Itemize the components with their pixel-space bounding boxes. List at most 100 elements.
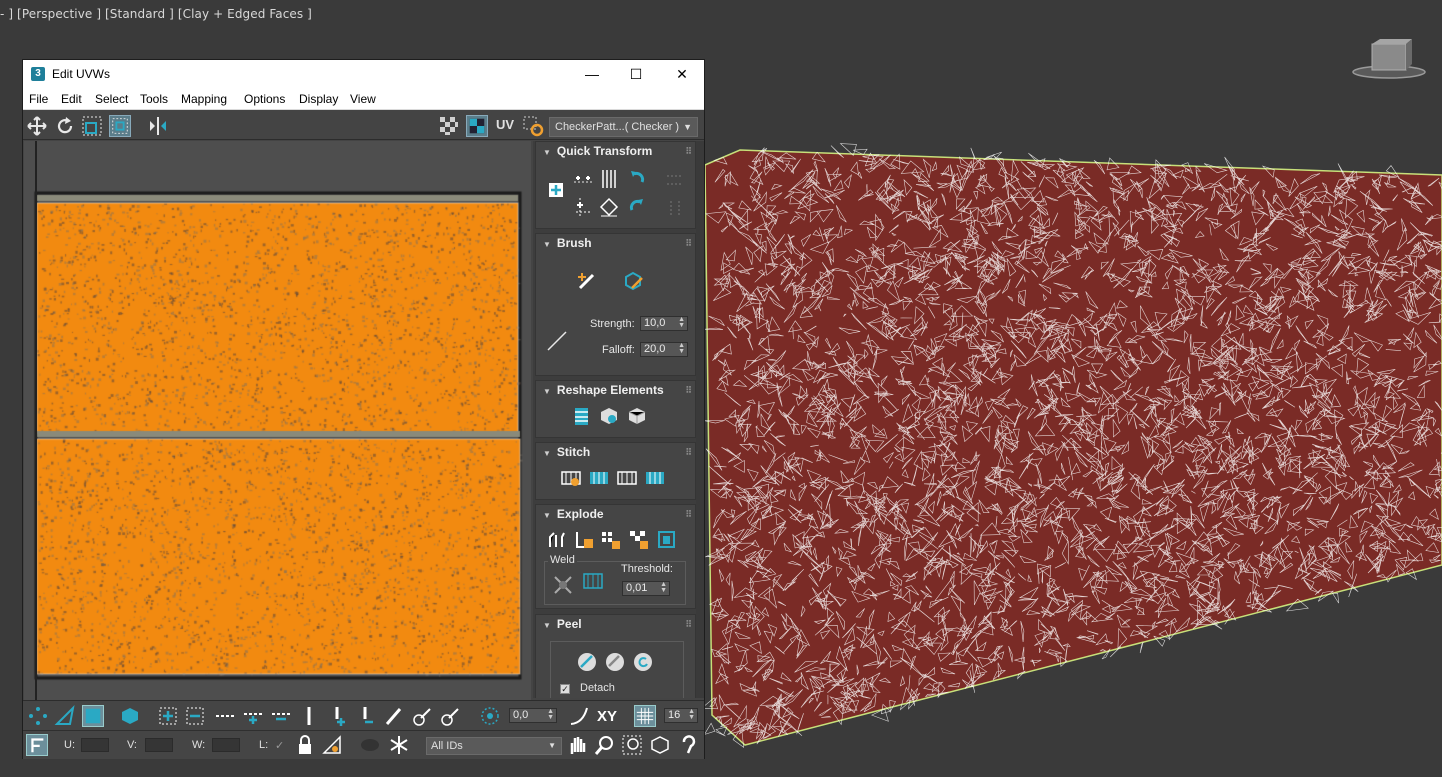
loop-grow-icon[interactable] bbox=[328, 705, 350, 727]
unhide-icon[interactable] bbox=[359, 734, 381, 756]
rotate-ccw-icon[interactable] bbox=[626, 168, 648, 190]
weld-target-icon[interactable] bbox=[582, 570, 604, 592]
paint-move-icon[interactable] bbox=[576, 270, 598, 292]
xy-toggle[interactable]: XY bbox=[597, 708, 617, 725]
rollout-header[interactable]: ▼ Stitch ⠿ bbox=[536, 443, 695, 461]
freeform-icon[interactable] bbox=[109, 115, 131, 137]
break-icon[interactable] bbox=[546, 529, 568, 551]
v-field[interactable] bbox=[145, 738, 173, 752]
pack-icon[interactable] bbox=[656, 529, 678, 551]
align-to-edge-icon[interactable] bbox=[572, 196, 594, 218]
loop-select-icon[interactable] bbox=[298, 705, 320, 727]
absolute-offset-icon[interactable] bbox=[26, 734, 48, 756]
u-field[interactable] bbox=[81, 738, 109, 752]
menu-edit[interactable]: Edit bbox=[61, 92, 82, 106]
rollout-header[interactable]: ▼ Peel ⠿ bbox=[536, 615, 695, 633]
align-horizontal-icon[interactable] bbox=[572, 168, 594, 190]
window-titlebar[interactable]: 3 Edit UVWs — ☐ ✕ bbox=[23, 60, 704, 89]
uv-editor-canvas[interactable] bbox=[24, 141, 531, 701]
menu-options[interactable]: Options bbox=[244, 92, 285, 106]
rollout-header[interactable]: ▼ Brush ⠿ bbox=[536, 234, 695, 252]
face-select-icon[interactable] bbox=[82, 705, 104, 727]
panel-scrollbar[interactable] bbox=[696, 141, 704, 698]
close-button[interactable]: ✕ bbox=[659, 60, 705, 89]
material-ids-dropdown[interactable]: All IDs ▼ bbox=[426, 737, 562, 755]
stitch-custom-icon[interactable] bbox=[560, 467, 582, 489]
menu-select[interactable]: Select bbox=[95, 92, 128, 106]
stitch-target-icon[interactable] bbox=[644, 467, 666, 489]
rectangle-icon[interactable] bbox=[626, 405, 648, 427]
ring-select-icon[interactable] bbox=[214, 705, 236, 727]
grid-value-spinner[interactable]: 16 ▲ ▼ bbox=[664, 708, 698, 723]
zoom-region-icon[interactable] bbox=[621, 734, 643, 756]
paint-grow-icon[interactable] bbox=[411, 705, 433, 727]
falloff-curve-icon[interactable] bbox=[546, 330, 568, 352]
map-select-dropdown[interactable]: CheckerPatt...( Checker ) ▼ bbox=[549, 117, 698, 137]
peel-mode-icon[interactable] bbox=[604, 651, 626, 673]
edge-select-icon[interactable] bbox=[54, 705, 76, 727]
viewport-label[interactable]: - ] [Perspective ] [Standard ] [Clay + E… bbox=[0, 7, 312, 21]
menu-file[interactable]: File bbox=[29, 92, 48, 106]
lock-icon[interactable] bbox=[294, 734, 316, 756]
l-checkbox[interactable]: ✓ bbox=[275, 739, 284, 752]
rollout-header[interactable]: ▼ Reshape Elements ⠿ bbox=[536, 381, 695, 399]
reset-peel-icon[interactable] bbox=[632, 651, 654, 673]
maximize-button[interactable]: ☐ bbox=[613, 60, 659, 89]
viewcube-icon[interactable] bbox=[1350, 38, 1428, 82]
checker-pattern-icon[interactable] bbox=[466, 115, 488, 137]
scale-icon[interactable] bbox=[81, 115, 103, 137]
stitch-source-icon[interactable] bbox=[588, 467, 610, 489]
space-evenly-icon[interactable] bbox=[598, 196, 620, 218]
menu-tools[interactable]: Tools bbox=[140, 92, 168, 106]
move-icon[interactable] bbox=[26, 115, 48, 137]
weld-selected-icon[interactable] bbox=[552, 574, 574, 596]
falloff-spinner[interactable]: 20,0 ▲ ▼ bbox=[640, 342, 688, 357]
ring-shrink-icon[interactable] bbox=[270, 705, 292, 727]
falloff-type-icon[interactable] bbox=[568, 705, 590, 727]
element-select-icon[interactable] bbox=[119, 705, 141, 727]
soft-selection-icon[interactable] bbox=[479, 705, 501, 727]
rollout-header[interactable]: ▼ Explode ⠿ bbox=[536, 505, 695, 523]
mirror-icon[interactable] bbox=[147, 115, 169, 137]
detach-checkbox[interactable]: ✓ bbox=[560, 684, 570, 694]
zoom-icon[interactable] bbox=[594, 734, 616, 756]
freeze-icon[interactable] bbox=[388, 734, 410, 756]
ring-grow-icon[interactable] bbox=[242, 705, 264, 727]
settings-icon[interactable] bbox=[522, 115, 544, 137]
vertex-select-icon[interactable] bbox=[27, 705, 49, 727]
relax-icon[interactable] bbox=[598, 405, 620, 427]
rotate-icon[interactable] bbox=[54, 115, 76, 137]
pan-hand-icon[interactable] bbox=[566, 734, 588, 756]
zoom-extents-icon[interactable] bbox=[649, 734, 671, 756]
split-by-smoothing-icon[interactable] bbox=[574, 529, 596, 551]
distribute-h-icon[interactable] bbox=[664, 170, 686, 192]
uv-toggle[interactable]: UV bbox=[496, 117, 514, 132]
soft-value-spinner[interactable]: 0,0 ▲ ▼ bbox=[509, 708, 557, 723]
hide-icon[interactable] bbox=[321, 734, 343, 756]
align-vertical-icon[interactable] bbox=[598, 168, 620, 190]
menu-mapping[interactable]: Mapping bbox=[181, 92, 227, 106]
menu-display[interactable]: Display bbox=[299, 92, 338, 106]
loop-shrink-icon[interactable] bbox=[356, 705, 378, 727]
uv-map[interactable] bbox=[24, 141, 531, 701]
paint-select-icon[interactable] bbox=[383, 705, 405, 727]
shrink-selection-icon[interactable] bbox=[184, 705, 206, 727]
edit-uvws-window[interactable]: 3 Edit UVWs — ☐ ✕ File Edit Select Tools… bbox=[22, 59, 705, 759]
rollout-header[interactable]: ▼ Quick Transform ⠿ bbox=[536, 142, 695, 160]
flatten-by-polygon-icon[interactable] bbox=[628, 529, 650, 551]
align-pivot-icon[interactable] bbox=[546, 180, 568, 202]
grow-selection-icon[interactable] bbox=[157, 705, 179, 727]
straighten-icon[interactable] bbox=[570, 405, 592, 427]
stitch-average-icon[interactable] bbox=[616, 467, 638, 489]
checker-grid-icon[interactable] bbox=[438, 115, 460, 137]
rotate-cw-icon[interactable] bbox=[626, 196, 648, 218]
minimize-button[interactable]: — bbox=[569, 60, 615, 89]
paint-shrink-icon[interactable] bbox=[439, 705, 461, 727]
strength-spinner[interactable]: 10,0 ▲ ▼ bbox=[640, 316, 688, 331]
threshold-spinner[interactable]: 0,01 ▲ ▼ bbox=[622, 581, 670, 596]
grid-snap-icon[interactable] bbox=[634, 705, 656, 727]
quick-peel-icon[interactable] bbox=[576, 651, 598, 673]
w-field[interactable] bbox=[212, 738, 240, 752]
help-icon[interactable] bbox=[678, 734, 700, 756]
distribute-v-icon[interactable] bbox=[664, 198, 686, 220]
